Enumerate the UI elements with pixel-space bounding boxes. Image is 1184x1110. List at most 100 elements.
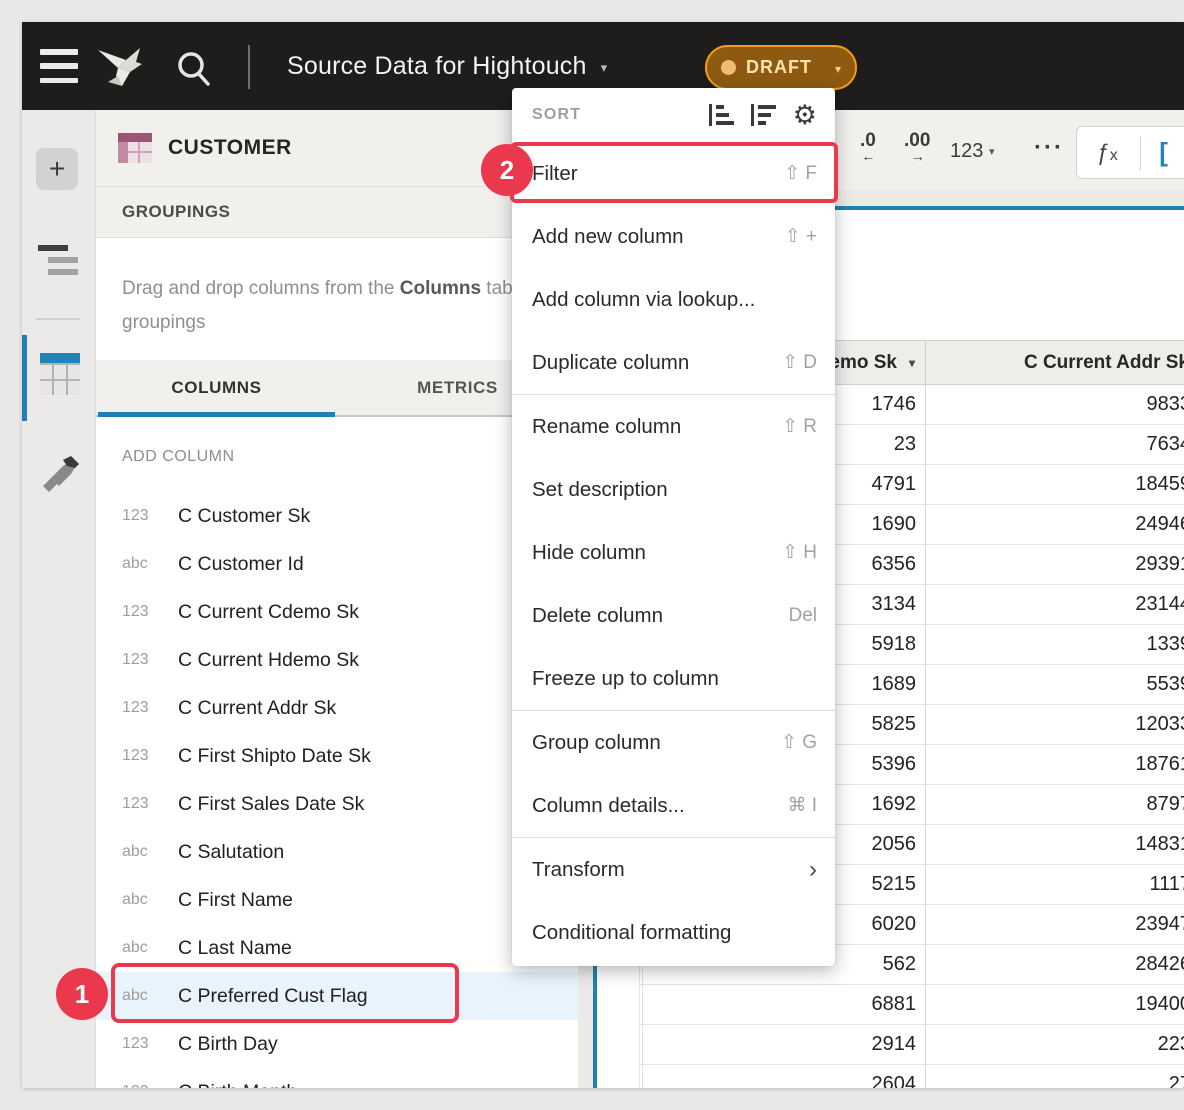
column-name: C Salutation xyxy=(178,841,284,864)
column-name: C Customer Id xyxy=(178,553,304,576)
column-list-item[interactable]: abc C Last Name xyxy=(96,924,578,972)
more-options-icon[interactable]: ··· xyxy=(1034,134,1064,162)
menu-shortcut: ⇧ G xyxy=(781,731,817,754)
menu-item-label: Add new column xyxy=(532,225,684,249)
menu-item[interactable]: Column details... ⌘ I xyxy=(512,774,835,837)
column-type-badge: abc xyxy=(122,987,168,1005)
navbar-divider xyxy=(248,45,250,89)
column-name: C First Sales Date Sk xyxy=(178,793,364,816)
cell-addr-sk[interactable]: 18459 xyxy=(926,465,1184,505)
column-type-badge: 123 xyxy=(122,747,168,765)
title-caret-icon: ▾ xyxy=(601,57,608,76)
cell-addr-sk[interactable]: 18761 xyxy=(926,745,1184,785)
cell-addr-sk[interactable]: 28426 xyxy=(926,945,1184,985)
cell-addr-sk[interactable]: 7634 xyxy=(926,425,1184,465)
sigma-bird-logo-icon[interactable] xyxy=(96,42,150,92)
menu-shortcut: ⌘ I xyxy=(787,794,817,817)
menu-item[interactable]: Transform › xyxy=(512,838,835,901)
menu-item[interactable]: Group column ⇧ G xyxy=(512,711,835,774)
draft-status-badge[interactable]: DRAFT ▾ xyxy=(705,45,857,90)
column-list-item[interactable]: abc C Customer Id xyxy=(96,540,578,588)
cell-addr-sk[interactable]: 23144 xyxy=(926,585,1184,625)
column-type-badge: 123 xyxy=(122,1083,168,1088)
column-list-item[interactable]: abc C Preferred Cust Flag xyxy=(96,972,578,1020)
column-type-badge: 123 xyxy=(122,507,168,525)
outline-panel-icon[interactable] xyxy=(38,245,82,279)
menu-item-label: Group column xyxy=(532,731,661,755)
decrease-decimal-icon[interactable]: .0 ← xyxy=(860,132,876,162)
column-list: 123 C Customer Sk abc C Customer Id 123 … xyxy=(96,492,578,1088)
column-name: C First Name xyxy=(178,889,293,912)
column-list-item[interactable]: 123 C Current Hdemo Sk xyxy=(96,636,578,684)
cell-addr-sk[interactable]: 24946 xyxy=(926,505,1184,545)
menu-item[interactable]: Freeze up to column xyxy=(512,647,835,710)
column-list-item[interactable]: 123 C First Sales Date Sk xyxy=(96,780,578,828)
menu-item[interactable]: Conditional formatting xyxy=(512,901,835,964)
cell-addr-sk[interactable]: 14831 xyxy=(926,825,1184,865)
column-list-item[interactable]: 123 C Current Cdemo Sk xyxy=(96,588,578,636)
menu-item[interactable]: Set description xyxy=(512,458,835,521)
menu-item-label: Set description xyxy=(532,478,668,502)
cell-addr-sk[interactable]: 29391 xyxy=(926,545,1184,585)
cell-addr-sk[interactable]: 1117 xyxy=(926,865,1184,905)
column-header-addr-sk[interactable]: C Current Addr Sk xyxy=(926,340,1184,385)
cell-addr-sk[interactable]: 8797 xyxy=(926,785,1184,825)
submenu-chevron-icon: › xyxy=(809,856,817,884)
add-column-label[interactable]: ADD COLUMN xyxy=(122,443,235,471)
tab-columns[interactable]: COLUMNS xyxy=(96,360,337,415)
cell-addr-sk[interactable]: 9833 xyxy=(926,385,1184,425)
formula-bar-divider xyxy=(1140,136,1142,170)
menu-item[interactable]: Filter ⇧ F xyxy=(512,142,835,205)
column-name: C Birth Day xyxy=(178,1033,278,1056)
format-brush-icon[interactable] xyxy=(37,448,83,494)
menu-item-label: Freeze up to column xyxy=(532,667,719,691)
menu-item[interactable]: Rename column ⇧ R xyxy=(512,395,835,458)
menu-item-label: Conditional formatting xyxy=(532,921,731,945)
menu-item[interactable]: Duplicate column ⇧ D xyxy=(512,331,835,394)
column-type-badge: abc xyxy=(122,939,168,957)
column-list-item[interactable]: 123 C Birth Month xyxy=(96,1068,578,1088)
cell-hdemo-sk[interactable]: 2914 xyxy=(639,1025,926,1065)
table-panel-icon[interactable] xyxy=(40,353,80,395)
menu-shortcut: ⇧ D xyxy=(782,351,817,374)
cell-addr-sk[interactable]: 5539 xyxy=(926,665,1184,705)
cell-hdemo-sk[interactable]: 2604 xyxy=(639,1065,926,1088)
cell-hdemo-sk[interactable]: 6881 xyxy=(639,985,926,1025)
menu-item-label: Duplicate column xyxy=(532,351,689,375)
menu-item-label: Transform xyxy=(532,858,625,882)
cell-addr-sk[interactable]: 12033 xyxy=(926,705,1184,745)
increase-decimal-icon[interactable]: .00 → xyxy=(904,132,930,162)
column-list-item[interactable]: 123 C Customer Sk xyxy=(96,492,578,540)
menu-item[interactable]: Add new column ⇧ + xyxy=(512,205,835,268)
number-format-dropdown[interactable]: 123 ▾ xyxy=(950,140,994,163)
menu-item-label: Column details... xyxy=(532,794,685,818)
sidebar-divider xyxy=(36,318,80,320)
menu-item[interactable]: Add column via lookup... xyxy=(512,268,835,331)
column-list-item[interactable]: 123 C Current Addr Sk xyxy=(96,684,578,732)
column-type-badge: 123 xyxy=(122,699,168,717)
formula-fx-icon[interactable]: ƒx xyxy=(1097,139,1118,166)
hamburger-menu-icon[interactable] xyxy=(40,49,78,83)
column-dropdown-caret-icon: ▾ xyxy=(909,356,915,370)
add-element-button[interactable]: + xyxy=(36,148,78,190)
search-icon[interactable] xyxy=(174,50,216,90)
menu-item-label: Filter xyxy=(532,162,578,186)
cell-addr-sk[interactable]: 223 xyxy=(926,1025,1184,1065)
app-window: Source Data for Hightouch ▾ DRAFT ▾ + CU… xyxy=(22,22,1184,1088)
cell-addr-sk[interactable]: 23947 xyxy=(926,905,1184,945)
cell-addr-sk[interactable]: 1339 xyxy=(926,625,1184,665)
column-list-item[interactable]: abc C Salutation xyxy=(96,828,578,876)
draft-caret-icon: ▾ xyxy=(835,60,841,76)
cell-addr-sk[interactable]: 19400 xyxy=(926,985,1184,1025)
sort-descending-icon[interactable] xyxy=(751,103,776,127)
sort-settings-gear-icon[interactable]: ⚙ xyxy=(793,103,817,127)
menu-item[interactable]: Delete column Del xyxy=(512,584,835,647)
bracket-icon: [ xyxy=(1159,137,1168,168)
sort-ascending-icon[interactable] xyxy=(709,103,734,127)
column-list-item[interactable]: 123 C Birth Day xyxy=(96,1020,578,1068)
cell-addr-sk[interactable]: 27 xyxy=(926,1065,1184,1088)
groupings-section[interactable]: GROUPINGS xyxy=(96,187,578,238)
menu-item[interactable]: Hide column ⇧ H xyxy=(512,521,835,584)
column-list-item[interactable]: 123 C First Shipto Date Sk xyxy=(96,732,578,780)
column-list-item[interactable]: abc C First Name xyxy=(96,876,578,924)
